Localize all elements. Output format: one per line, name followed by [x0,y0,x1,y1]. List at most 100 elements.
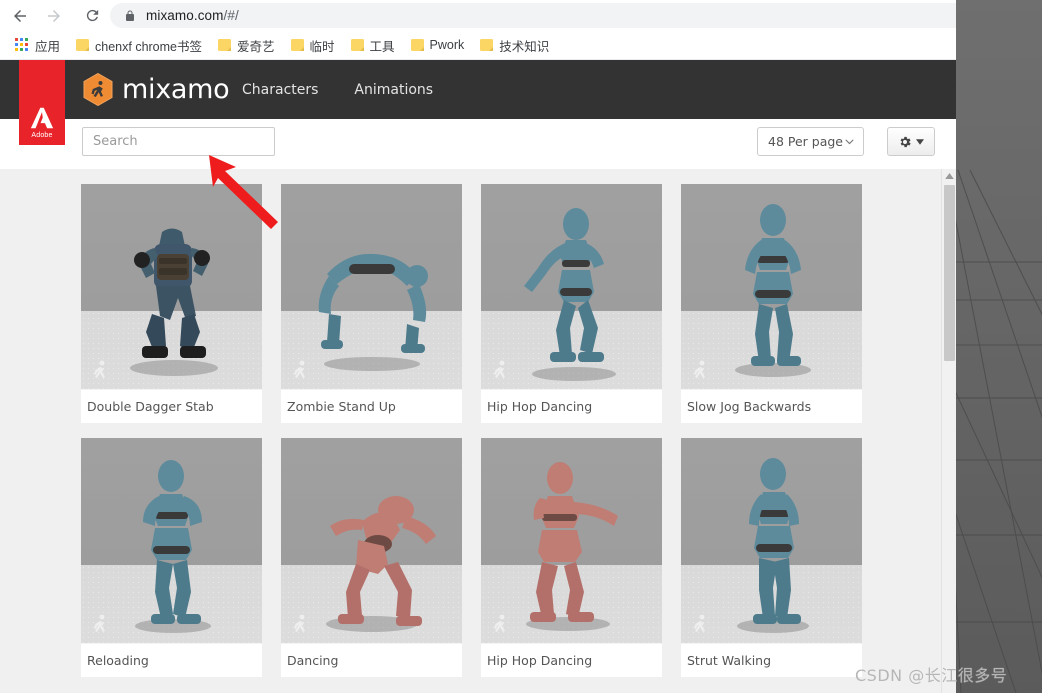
character-render [134,460,211,633]
search-box[interactable] [82,127,275,156]
animation-card-label: Slow Jog Backwards [681,389,862,423]
animation-card[interactable]: Dancing [281,438,462,677]
running-person-icon [494,360,505,378]
nav-link-animations[interactable]: Animations [354,82,433,98]
apps-grid-icon [15,38,29,52]
animation-thumbnail[interactable] [681,438,862,643]
animation-thumbnail[interactable] [681,184,862,389]
bookmark-pwork[interactable]: Pwork [404,34,472,56]
reload-icon [86,9,98,22]
running-person-icon [694,614,705,632]
bookmark-label: 临时 [309,39,335,54]
browser-toolbar: mixamo.com/#/ [0,0,1042,31]
folder-icon [290,39,304,51]
bookmark-label: chenxf chrome书签 [95,39,202,54]
mixamo-hexagon-runner-icon [83,73,113,106]
per-page-value: 48 Per page [768,134,843,149]
animation-card[interactable]: Slow Jog Backwards [681,184,862,423]
brand-wordmark: mixamo [122,74,230,105]
address-bar[interactable]: mixamo.com/#/ [110,3,1032,28]
character-render [525,462,618,631]
animation-card-label: Strut Walking [681,643,862,677]
back-button[interactable] [6,2,34,30]
animation-card[interactable]: Reloading [81,438,262,677]
animation-card[interactable]: Hip Hop Dancing [481,438,662,677]
running-person-icon [694,360,705,378]
settings-button[interactable] [887,127,935,156]
scroll-up-arrow-icon[interactable] [942,169,957,183]
animation-card-label: Dancing [281,643,462,677]
watermark-text: CSDN @长江很多号 [855,666,1008,685]
running-person-icon [94,360,105,378]
site-header: mixamo Characters Animations [0,60,960,119]
chevron-down-icon [845,139,854,145]
bookmarks-bar: 应用 chenxf chrome书签 爱奇艺 临时 工具 Pwork 技术知识 [0,31,1042,60]
running-person-icon [294,360,305,378]
folder-icon [350,39,364,51]
animation-card-label: Reloading [81,643,262,677]
brand-block[interactable]: mixamo [83,60,230,119]
animation-grid-container: Double Dagger Stab Zombie Stand Up Hip H… [0,169,960,693]
animation-thumbnail[interactable] [81,184,262,389]
animation-card-label: Hip Hop Dancing [481,389,662,423]
bookmark-iqiyi[interactable]: 爱奇艺 [211,34,282,56]
bookmark-tools[interactable]: 工具 [344,34,402,56]
bookmark-label: 技术知识 [499,39,550,54]
character-render [325,496,436,632]
running-person-icon [294,614,305,632]
adobe-logo-label: Adobe [31,132,53,139]
main-nav: Characters Animations [242,60,469,119]
folder-icon [480,39,494,51]
character-render [318,253,428,371]
animation-grid: Double Dagger Stab Zombie Stand Up Hip H… [81,184,862,677]
adobe-logo[interactable]: Adobe [19,60,65,145]
folder-icon [410,39,424,51]
search-input[interactable] [83,134,271,149]
bookmark-chenxf-chrome[interactable]: chenxf chrome书签 [69,34,209,56]
animation-card[interactable]: Hip Hop Dancing [481,184,662,423]
running-person-icon [94,614,105,632]
lock-icon [126,10,134,21]
caret-down-icon [916,138,924,145]
animation-thumbnail[interactable] [281,438,462,643]
back-arrow-icon [14,9,26,22]
url-text: mixamo.com/#/ [146,8,239,23]
browser-chrome: mixamo.com/#/ 应用 chenxf chrome书签 爱奇艺 临时 … [0,0,1042,60]
forward-arrow-icon [48,9,60,22]
viewport-grid-panel[interactable] [956,0,1042,693]
url-path: /#/ [223,8,239,23]
animation-thumbnail[interactable] [481,184,662,389]
page-toolbar: 48 Per page [0,119,960,169]
web-page: mixamo Characters Animations Adobe 48 Pe… [0,60,1042,693]
adobe-a-icon [30,107,54,129]
folder-icon [76,39,90,51]
bookmark-temp[interactable]: 临时 [284,34,342,56]
folder-icon [218,39,231,51]
forward-button[interactable] [40,2,68,30]
animation-thumbnail[interactable] [281,184,462,389]
character-render [129,228,218,376]
reload-button[interactable] [78,2,106,30]
animation-thumbnail[interactable] [481,438,662,643]
url-domain: mixamo.com [146,8,224,23]
nav-link-characters[interactable]: Characters [242,82,318,98]
animation-card-label: Zombie Stand Up [281,389,462,423]
character-render [736,458,809,633]
bookmark-apps[interactable]: 应用 [8,34,67,56]
page-scrollbar[interactable] [941,169,956,693]
animation-card[interactable]: Zombie Stand Up [281,184,462,423]
animation-card[interactable]: Double Dagger Stab [81,184,262,423]
scrollbar-thumb[interactable] [944,185,955,361]
per-page-select[interactable]: 48 Per page [757,127,864,156]
gear-icon [900,136,911,147]
bookmark-label: 爱奇艺 [237,39,275,54]
animation-thumbnail[interactable] [81,438,262,643]
bookmark-label: 工具 [369,39,395,54]
animation-card[interactable]: Strut Walking [681,438,862,677]
character-render [734,204,811,377]
animation-card-label: Hip Hop Dancing [481,643,662,677]
perspective-grid [956,169,1042,693]
character-render [523,208,616,381]
animation-card-label: Double Dagger Stab [81,389,262,423]
bookmark-tech-knowledge[interactable]: 技术知识 [473,34,556,56]
